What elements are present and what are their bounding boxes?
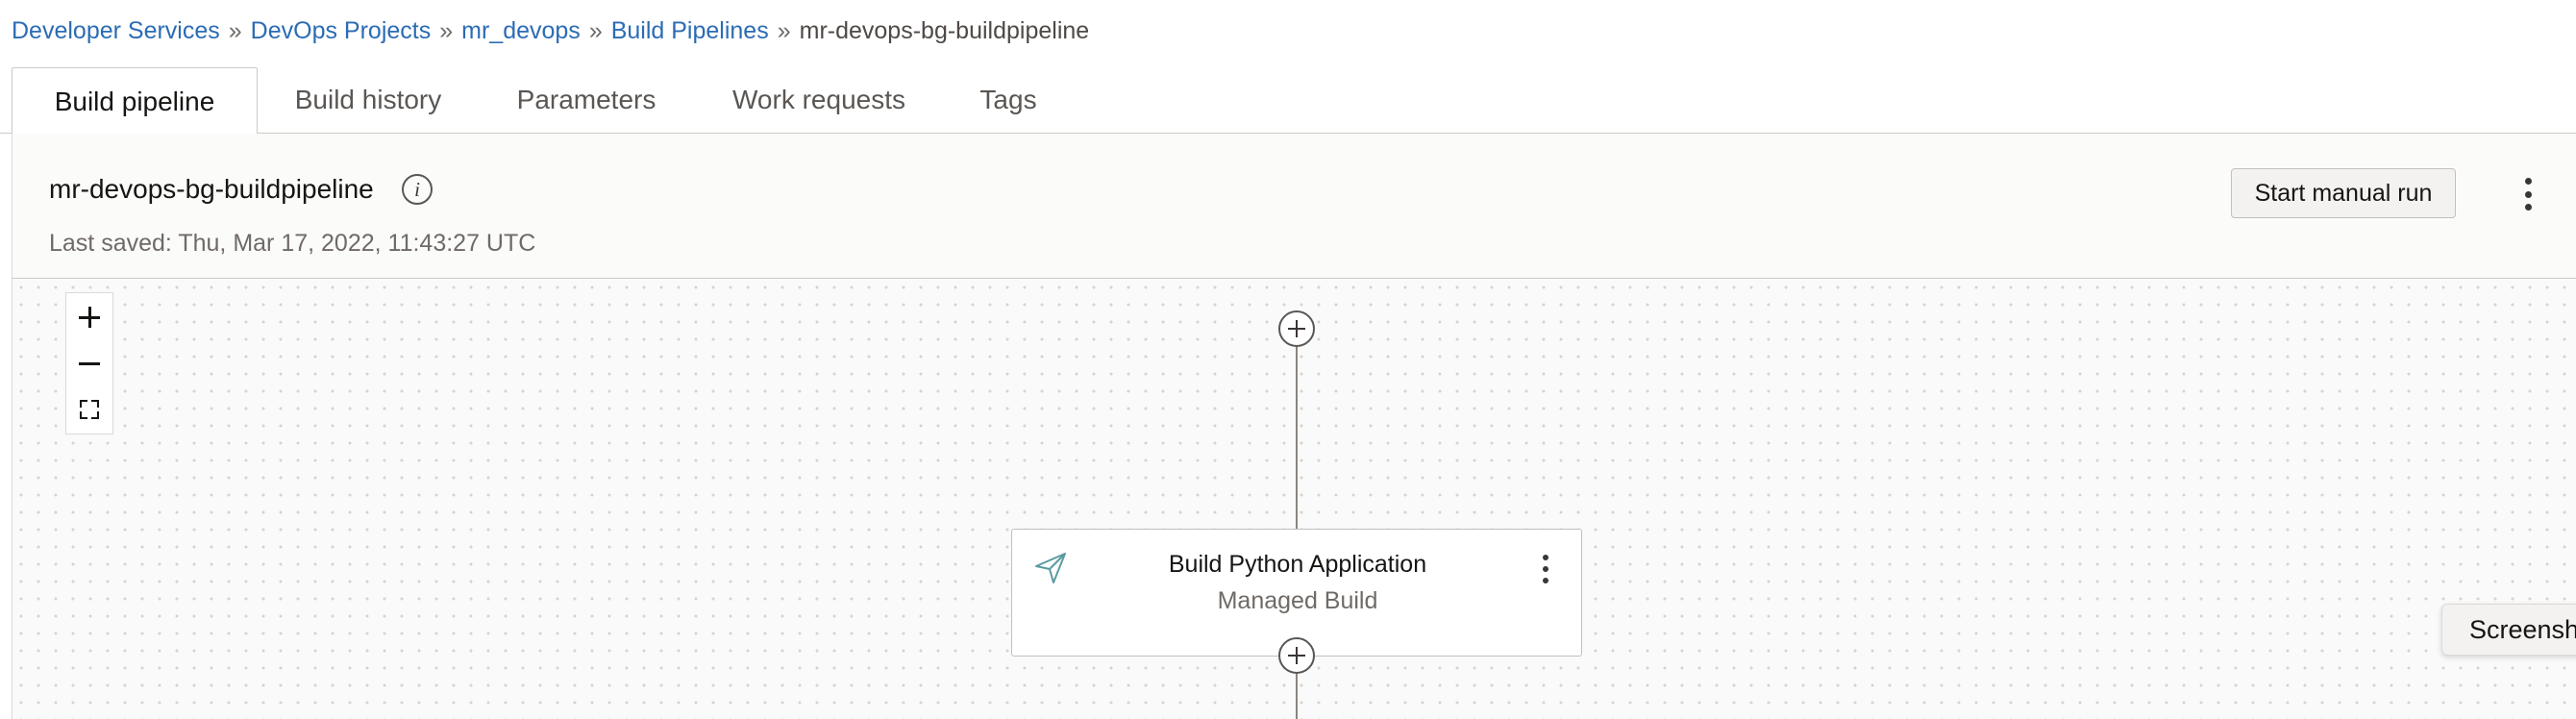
pipeline-name: mr-devops-bg-buildpipeline <box>49 174 374 204</box>
tab-build-pipeline[interactable]: Build pipeline <box>12 67 258 136</box>
stage-actions-icon[interactable] <box>1540 555 1551 583</box>
breadcrumb: Developer Services » DevOps Projects » m… <box>12 0 1089 62</box>
breadcrumb-current: mr-devops-bg-buildpipeline <box>799 16 1090 44</box>
zoom-out-button[interactable] <box>66 341 112 385</box>
stage-title: Build Python Application <box>1168 551 1427 578</box>
tab-work-requests[interactable]: Work requests <box>713 67 925 133</box>
fit-to-screen-button[interactable] <box>66 387 112 432</box>
info-icon[interactable]: i <box>402 174 433 205</box>
fit-screen-icon <box>80 400 99 419</box>
breadcrumb-separator: » <box>439 16 454 44</box>
tab-bar: Build pipeline Build history Parameters … <box>0 67 2576 136</box>
breadcrumb-separator: » <box>228 16 242 44</box>
breadcrumb-project[interactable]: mr_devops <box>461 17 581 45</box>
breadcrumb-separator: » <box>777 16 791 44</box>
tab-parameters[interactable]: Parameters <box>500 67 673 133</box>
breadcrumb-devops-projects[interactable]: DevOps Projects <box>251 17 432 45</box>
plus-icon <box>79 307 100 328</box>
minus-icon <box>79 353 100 374</box>
more-actions-icon[interactable] <box>2522 178 2534 211</box>
connector-line <box>1296 346 1298 529</box>
tab-build-history[interactable]: Build history <box>272 67 464 133</box>
zoom-in-button[interactable] <box>66 295 112 339</box>
connector-line <box>1296 673 1298 719</box>
pipeline-canvas[interactable]: Build Python Application Managed Build <box>12 279 2576 719</box>
tab-tags[interactable]: Tags <box>963 67 1053 133</box>
breadcrumb-developer-services[interactable]: Developer Services <box>12 17 220 45</box>
breadcrumb-separator: » <box>588 16 603 44</box>
zoom-controls <box>65 292 113 434</box>
stage-type: Managed Build <box>1217 587 1378 614</box>
pipeline-header: mr-devops-bg-buildpipeline i Last saved:… <box>12 134 2576 279</box>
add-stage-icon[interactable] <box>1278 310 1315 347</box>
breadcrumb-build-pipelines[interactable]: Build Pipelines <box>611 17 769 45</box>
last-saved-timestamp: Last saved: Thu, Mar 17, 2022, 11:43:27 … <box>49 230 536 257</box>
screenshot-button[interactable]: Screensh <box>2441 604 2576 656</box>
start-manual-run-button[interactable]: Start manual run <box>2231 168 2456 218</box>
add-stage-icon[interactable] <box>1278 637 1315 674</box>
